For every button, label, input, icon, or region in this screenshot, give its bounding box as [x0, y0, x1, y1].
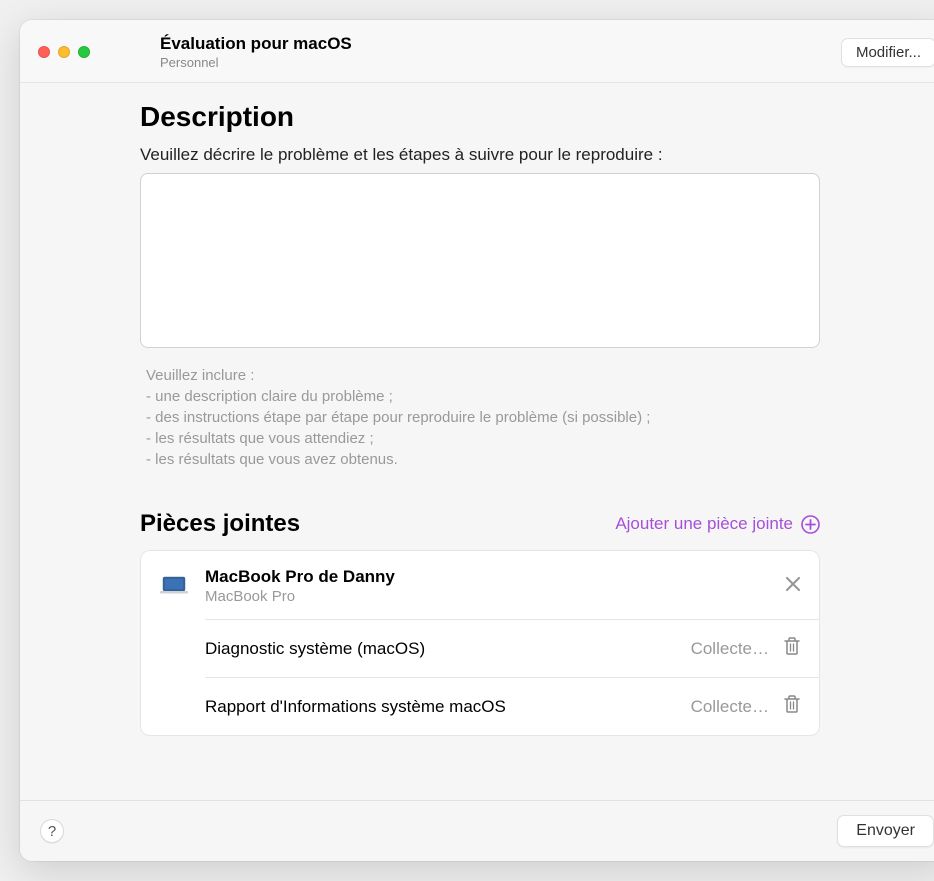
attachment-label: Rapport d'Informations système macOS	[205, 697, 691, 717]
help-button[interactable]: ?	[40, 819, 64, 843]
fullscreen-window-button[interactable]	[78, 46, 90, 58]
add-attachment-button[interactable]: Ajouter une pièce jointe	[615, 514, 820, 534]
add-attachment-label: Ajouter une pièce jointe	[615, 514, 793, 534]
send-button[interactable]: Envoyer	[837, 815, 934, 847]
window-controls	[38, 46, 90, 58]
description-textarea[interactable]	[140, 173, 820, 348]
feedback-window: Évaluation pour macOS Personnel Modifier…	[20, 20, 934, 861]
close-window-button[interactable]	[38, 46, 50, 58]
trash-icon[interactable]	[783, 694, 801, 719]
device-info: MacBook Pro de Danny MacBook Pro	[205, 567, 785, 605]
hint-line: - une description claire du problème ;	[146, 386, 934, 407]
attachments-header: Pièces jointes Ajouter une pièce jointe	[140, 510, 820, 538]
description-heading: Description	[140, 101, 934, 133]
window-subtitle: Personnel	[160, 55, 841, 70]
attachments-heading: Pièces jointes	[140, 510, 300, 538]
hint-line: - les résultats que vous attendiez ;	[146, 428, 934, 449]
attachments-card: MacBook Pro de Danny MacBook Pro Diagnos…	[140, 550, 820, 736]
device-type: MacBook Pro	[205, 588, 785, 605]
attachment-label: Diagnostic système (macOS)	[205, 639, 691, 659]
description-prompt: Veuillez décrire le problème et les étap…	[140, 145, 934, 165]
attachment-row: Rapport d'Informations système macOS Col…	[141, 678, 819, 735]
attachment-status: Collecte…	[691, 639, 769, 659]
remove-device-button[interactable]	[785, 576, 801, 597]
modify-button[interactable]: Modifier...	[841, 38, 934, 67]
attachment-device-row: MacBook Pro de Danny MacBook Pro	[141, 551, 819, 619]
plus-circle-icon	[801, 515, 820, 534]
hint-line: - des instructions étape par étape pour …	[146, 407, 934, 428]
macbook-icon	[159, 576, 189, 596]
footer: ? Envoyer	[20, 800, 934, 861]
description-hints: Veuillez inclure : - une description cla…	[140, 365, 934, 470]
window-title: Évaluation pour macOS	[160, 34, 841, 54]
titlebar: Évaluation pour macOS Personnel Modifier…	[20, 20, 934, 83]
device-name: MacBook Pro de Danny	[205, 567, 785, 587]
trash-icon[interactable]	[783, 636, 801, 661]
title-block: Évaluation pour macOS Personnel	[160, 34, 841, 70]
hint-intro: Veuillez inclure :	[146, 365, 934, 386]
content-area: Description Veuillez décrire le problème…	[20, 83, 934, 800]
attachment-status: Collecte…	[691, 697, 769, 717]
hint-line: - les résultats que vous avez obtenus.	[146, 449, 934, 470]
attachment-row: Diagnostic système (macOS) Collecte…	[141, 620, 819, 677]
minimize-window-button[interactable]	[58, 46, 70, 58]
